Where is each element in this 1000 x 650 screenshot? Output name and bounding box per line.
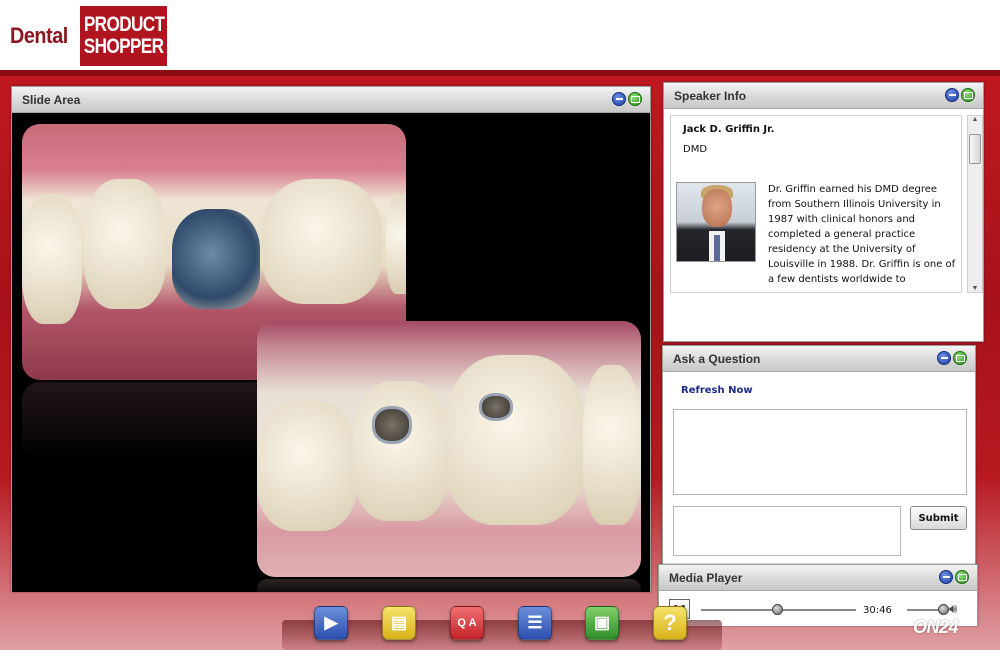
speaker-bio-text: Dr. Griffin earned his DMD degree from S… — [768, 184, 956, 285]
scroll-thumb[interactable] — [969, 134, 981, 164]
maximize-icon[interactable] — [961, 88, 975, 102]
minimize-icon[interactable] — [937, 351, 951, 365]
question-input[interactable] — [673, 506, 901, 556]
slide-area-title: Slide Area — [22, 93, 81, 107]
submit-button[interactable]: Submit — [910, 506, 967, 530]
header: Dental PRODUCT SHOPPER — [0, 0, 1000, 70]
speaker-bio-box: Jack D. Griffin Jr. DMD Dr. Griffin earn… — [670, 115, 962, 293]
tooth — [583, 365, 641, 525]
tooth — [84, 179, 166, 309]
maximize-icon[interactable] — [628, 92, 642, 106]
elapsed-time: 30:46 — [863, 605, 892, 616]
dental-photo-lower — [257, 321, 641, 577]
maximize-icon[interactable] — [955, 570, 969, 584]
on24-logo: ON24 — [913, 617, 959, 637]
bottom-toolbar: ▶ ▤ Q A ☰ ▣ ? — [262, 598, 742, 650]
tooth — [353, 381, 449, 521]
photo-reflection — [257, 579, 641, 592]
minimize-icon[interactable] — [612, 92, 626, 106]
video-icon[interactable]: ▶ — [314, 606, 348, 640]
volume-slider[interactable] — [907, 604, 949, 615]
minimize-icon[interactable] — [945, 88, 959, 102]
speaker-volume-icon[interactable]: 🔊︎ — [949, 601, 957, 617]
media-player-title: Media Player — [669, 571, 743, 585]
slide-area-header[interactable]: Slide Area — [12, 87, 650, 113]
resources-icon[interactable]: ▣ — [585, 606, 619, 640]
questions-list-area — [673, 409, 967, 495]
slide-content — [12, 114, 650, 592]
speaker-info-header[interactable]: Speaker Info — [664, 83, 983, 109]
tooth — [22, 194, 82, 324]
speaker-degree: DMD — [683, 144, 708, 155]
speaker-info-title: Speaker Info — [674, 89, 747, 103]
ask-question-panel: Ask a Question Refresh Now Submit — [662, 345, 976, 567]
amalgam-filling — [372, 406, 412, 444]
ask-question-title: Ask a Question — [673, 352, 761, 366]
discolored-tooth — [172, 209, 260, 309]
dental-product-shopper-logo[interactable]: Dental PRODUCT SHOPPER — [10, 6, 168, 66]
ask-question-header[interactable]: Ask a Question — [663, 346, 975, 372]
minimize-icon[interactable] — [939, 570, 953, 584]
tooth — [262, 179, 382, 304]
speaker-photo — [676, 182, 756, 262]
maximize-icon[interactable] — [953, 351, 967, 365]
tooth — [445, 355, 585, 525]
seek-knob[interactable] — [771, 604, 783, 615]
media-player-header[interactable]: Media Player — [659, 565, 977, 591]
refresh-now-link[interactable]: Refresh Now — [681, 385, 753, 396]
logo-word-shopper: SHOPPER — [83, 35, 164, 58]
volume-knob[interactable] — [938, 604, 949, 615]
logo-word-dental: Dental — [10, 23, 68, 48]
logo-box: PRODUCT SHOPPER — [80, 6, 168, 66]
help-icon[interactable]: ? — [653, 606, 687, 640]
speaker-bio-icon[interactable]: ☰ — [518, 606, 552, 640]
speaker-scrollbar[interactable] — [967, 115, 983, 293]
speaker-info-panel: Speaker Info Jack D. Griffin Jr. DMD Dr.… — [663, 82, 984, 342]
tooth — [386, 194, 406, 294]
slides-icon[interactable]: ▤ — [382, 606, 416, 640]
speaker-name: Jack D. Griffin Jr. — [683, 124, 775, 135]
amalgam-filling — [479, 393, 513, 421]
qa-icon[interactable]: Q A — [450, 606, 484, 640]
logo-word-product: PRODUCT — [83, 13, 165, 36]
slide-area-panel: Slide Area — [11, 86, 651, 592]
tooth — [257, 401, 357, 531]
